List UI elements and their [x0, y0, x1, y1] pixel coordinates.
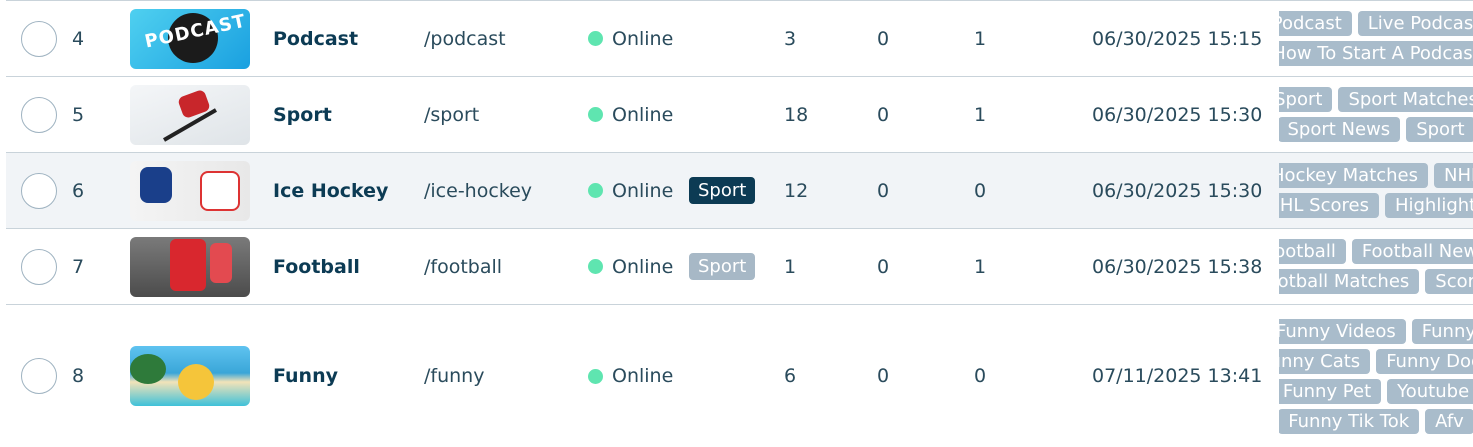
date-cell: 07/11/2025 13:41: [1092, 365, 1263, 387]
category-name[interactable]: Football: [273, 229, 360, 304]
beach-thumbnail: [130, 305, 250, 447]
tag[interactable]: Funny: [1411, 318, 1473, 344]
count-cell: 1: [974, 255, 987, 278]
row-select-radio[interactable]: [21, 1, 57, 76]
status-badge: Online: [588, 305, 673, 447]
count-cell: 0: [877, 365, 890, 387]
table-row[interactable]: 4 PODCAST Podcast /podcast Online 3 0 1 …: [6, 0, 1473, 76]
count-cell: 0: [877, 179, 890, 202]
date-cell: 06/30/2025 15:30: [1092, 103, 1263, 126]
table-row[interactable]: 6 Ice Hockey /ice-hockey Online Sport 12…: [6, 152, 1473, 228]
tag[interactable]: How To Start A Podcast: [1279, 41, 1473, 66]
tag[interactable]: Sport: [1279, 87, 1333, 112]
tag[interactable]: Football: [1279, 239, 1346, 264]
row-select-radio[interactable]: [21, 305, 57, 447]
row-select-radio[interactable]: [21, 229, 57, 304]
row-number: 8: [72, 365, 85, 387]
status-badge: Online: [588, 77, 673, 152]
category-path: /funny: [424, 365, 485, 387]
tag[interactable]: Scores: [1425, 269, 1473, 294]
parent-category-badge[interactable]: Sport: [689, 153, 756, 228]
tag[interactable]: Sport News: [1279, 117, 1401, 142]
status-badge: Online: [588, 1, 673, 76]
row-number: 6: [72, 179, 85, 202]
tag[interactable]: Football Matches: [1279, 269, 1420, 294]
date-cell: 06/30/2025 15:15: [1092, 27, 1263, 50]
tag[interactable]: Football News: [1351, 239, 1473, 264]
tags-cell: Sport Sport Matches Sport News Sport: [1279, 77, 1473, 152]
count-cell: 3: [784, 27, 797, 50]
status-badge: Online: [588, 229, 673, 304]
tag[interactable]: Highlights: [1384, 193, 1473, 218]
hockey-thumbnail: [130, 153, 250, 228]
date-cell: 06/30/2025 15:38: [1092, 255, 1263, 278]
row-select-radio[interactable]: [21, 77, 57, 152]
tag[interactable]: Funny Videos: [1279, 318, 1406, 344]
online-dot-icon: [588, 183, 603, 198]
tag[interactable]: NHL Scores: [1279, 193, 1379, 218]
tag[interactable]: Funny Tik Tok: [1279, 408, 1420, 434]
count-cell: 1: [974, 103, 987, 126]
status-badge: Online: [588, 153, 673, 228]
count-cell: 0: [877, 255, 890, 278]
category-name[interactable]: Ice Hockey: [273, 153, 388, 228]
tags-cell: Funny VideosFunny Funny CatsFunny Dogs F…: [1279, 305, 1473, 447]
count-cell: 0: [974, 179, 987, 202]
parent-category-badge[interactable]: Sport: [689, 229, 756, 304]
tags-cell: Hockey MatchesNHL NHL ScoresHighlights: [1279, 153, 1473, 228]
podcast-thumbnail: PODCAST: [130, 1, 250, 76]
tag[interactable]: Podcast: [1279, 11, 1352, 36]
category-path: /podcast: [424, 27, 506, 50]
tags-cell: FootballFootball News Football MatchesSc…: [1279, 229, 1473, 304]
tags-cell: PodcastLive Podcast How To Start A Podca…: [1279, 1, 1473, 76]
date-cell: 06/30/2025 15:30: [1092, 179, 1263, 202]
category-name[interactable]: Sport: [273, 77, 332, 152]
tag[interactable]: Sport Matches: [1338, 87, 1473, 112]
online-dot-icon: [588, 368, 603, 384]
category-path: /ice-hockey: [424, 179, 533, 202]
row-number: 7: [72, 255, 85, 278]
table-row[interactable]: 8 Funny /funny Online 6 0 0 07/11/2025 1…: [6, 304, 1473, 447]
tag[interactable]: Funny Cats: [1279, 348, 1371, 374]
table-row[interactable]: 7 Football /football Online Sport 1 0 1 …: [6, 228, 1473, 304]
online-dot-icon: [588, 107, 603, 122]
count-cell: 0: [974, 365, 987, 387]
categories-table: 4 PODCAST Podcast /podcast Online 3 0 1 …: [6, 0, 1473, 447]
tag[interactable]: NHL: [1434, 163, 1473, 188]
tag[interactable]: Funny Dogs: [1376, 348, 1473, 374]
tag[interactable]: Live Podcast: [1357, 11, 1473, 36]
online-dot-icon: [588, 31, 603, 46]
category-path: /sport: [424, 103, 480, 126]
online-dot-icon: [588, 259, 603, 274]
count-cell: 0: [877, 27, 890, 50]
tag[interactable]: Sport: [1406, 117, 1473, 142]
table-row[interactable]: 5 Sport /sport Online 18 0 1 06/30/2025 …: [6, 76, 1473, 152]
count-cell: 0: [877, 103, 890, 126]
tag[interactable]: Hockey Matches: [1279, 163, 1429, 188]
skier-thumbnail: [130, 77, 250, 152]
count-cell: 1: [784, 255, 797, 278]
count-cell: 6: [784, 365, 797, 387]
row-number: 4: [72, 27, 85, 50]
count-cell: 1: [974, 27, 987, 50]
row-number: 5: [72, 103, 85, 126]
tag[interactable]: Afv: [1425, 408, 1473, 434]
category-name[interactable]: Podcast: [273, 1, 358, 76]
football-thumbnail: [130, 229, 250, 304]
category-path: /football: [424, 255, 503, 278]
tag[interactable]: Funny Pet: [1279, 378, 1382, 404]
category-name[interactable]: Funny: [273, 305, 338, 447]
row-select-radio[interactable]: [21, 153, 57, 228]
count-cell: 18: [784, 103, 809, 126]
count-cell: 12: [784, 179, 809, 202]
tag[interactable]: Youtube: [1387, 378, 1473, 404]
